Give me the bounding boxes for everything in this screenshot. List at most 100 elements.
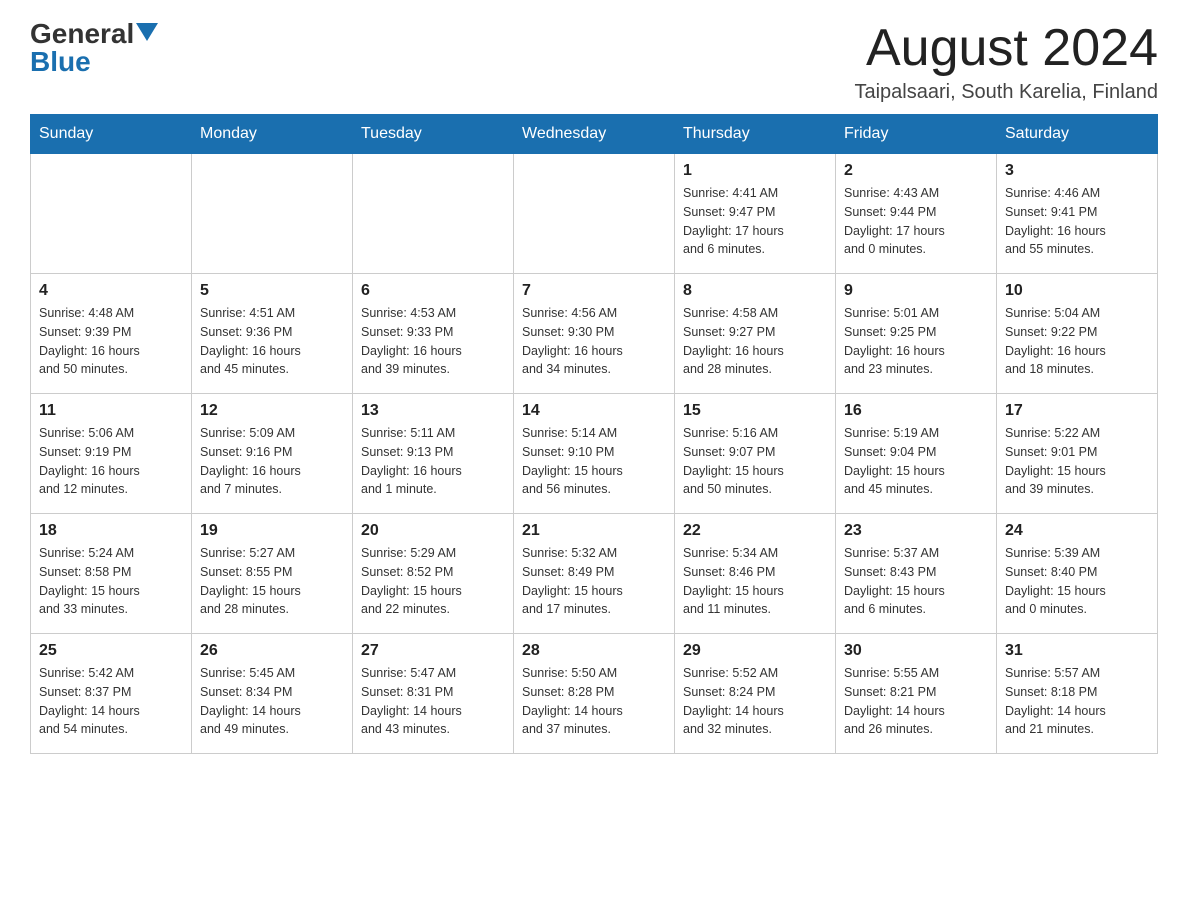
calendar-cell: 5 Sunrise: 4:51 AM Sunset: 9:36 PM Daylig… [192, 274, 353, 394]
logo-blue: Blue [30, 48, 91, 76]
week-row-5: 25 Sunrise: 5:42 AM Sunset: 8:37 PM Dayli… [31, 634, 1158, 754]
calendar-cell: 27Sunrise: 5:47 AM Sunset: 8:31 PM Dayli… [353, 634, 514, 754]
day-info: Sunrise: 4:51 AM Sunset: 9:36 PM Dayligh… [200, 304, 344, 379]
week-row-1: 1 Sunrise: 4:41 AM Sunset: 9:47 PM Daylig… [31, 154, 1158, 274]
day-number: 2 [844, 162, 988, 180]
calendar-cell: 26Sunrise: 5:45 AM Sunset: 8:34 PM Dayli… [192, 634, 353, 754]
calendar-cell: 4 Sunrise: 4:48 AM Sunset: 9:39 PM Daylig… [31, 274, 192, 394]
day-number: 14 [522, 402, 666, 420]
day-number: 27 [361, 642, 505, 660]
day-number: 13 [361, 402, 505, 420]
calendar-cell [514, 154, 675, 274]
weekday-header-monday: Monday [192, 115, 353, 154]
calendar-cell: 3 Sunrise: 4:46 AM Sunset: 9:41 PM Daylig… [997, 154, 1158, 274]
day-number: 3 [1005, 162, 1149, 180]
week-row-4: 18 Sunrise: 5:24 AM Sunset: 8:58 PM Dayli… [31, 514, 1158, 634]
day-info: Sunrise: 5:52 AM Sunset: 8:24 PM Dayligh… [683, 664, 827, 739]
day-info: Sunrise: 5:16 AM Sunset: 9:07 PM Dayligh… [683, 424, 827, 499]
day-info: Sunrise: 4:53 AM Sunset: 9:33 PM Dayligh… [361, 304, 505, 379]
logo: General Blue [30, 20, 158, 76]
calendar-cell: 15 Sunrise: 5:16 AM Sunset: 9:07 PM Dayli… [675, 394, 836, 514]
calendar-cell: 16 Sunrise: 5:19 AM Sunset: 9:04 PM Dayli… [836, 394, 997, 514]
calendar-cell: 13 Sunrise: 5:11 AM Sunset: 9:13 PM Dayli… [353, 394, 514, 514]
day-info: Sunrise: 5:19 AM Sunset: 9:04 PM Dayligh… [844, 424, 988, 499]
day-number: 30 [844, 642, 988, 660]
calendar-cell: 23 Sunrise: 5:37 AM Sunset: 8:43 PM Dayli… [836, 514, 997, 634]
calendar-cell: 25 Sunrise: 5:42 AM Sunset: 8:37 PM Dayli… [31, 634, 192, 754]
day-number: 25 [39, 642, 183, 660]
day-number: 21 [522, 522, 666, 540]
day-number: 26 [200, 642, 344, 660]
logo-general: General [30, 20, 134, 48]
day-number: 28 [522, 642, 666, 660]
weekday-header-saturday: Saturday [997, 115, 1158, 154]
day-number: 29 [683, 642, 827, 660]
weekday-header-tuesday: Tuesday [353, 115, 514, 154]
calendar-cell: 28 Sunrise: 5:50 AM Sunset: 8:28 PM Dayli… [514, 634, 675, 754]
day-info: Sunrise: 5:42 AM Sunset: 8:37 PM Dayligh… [39, 664, 183, 739]
day-info: Sunrise: 5:57 AM Sunset: 8:18 PM Dayligh… [1005, 664, 1149, 739]
day-info: Sunrise: 4:46 AM Sunset: 9:41 PM Dayligh… [1005, 184, 1149, 259]
page-header: General Blue August 2024 Taipalsaari, So… [30, 20, 1158, 104]
day-info: Sunrise: 5:09 AM Sunset: 9:16 PM Dayligh… [200, 424, 344, 499]
day-number: 6 [361, 282, 505, 300]
day-number: 18 [39, 522, 183, 540]
day-info: Sunrise: 5:22 AM Sunset: 9:01 PM Dayligh… [1005, 424, 1149, 499]
day-number: 8 [683, 282, 827, 300]
day-info: Sunrise: 5:27 AM Sunset: 8:55 PM Dayligh… [200, 544, 344, 619]
day-info: Sunrise: 5:55 AM Sunset: 8:21 PM Dayligh… [844, 664, 988, 739]
calendar-cell: 7 Sunrise: 4:56 AM Sunset: 9:30 PM Daylig… [514, 274, 675, 394]
day-info: Sunrise: 4:43 AM Sunset: 9:44 PM Dayligh… [844, 184, 988, 259]
day-number: 15 [683, 402, 827, 420]
day-info: Sunrise: 5:29 AM Sunset: 8:52 PM Dayligh… [361, 544, 505, 619]
day-info: Sunrise: 5:24 AM Sunset: 8:58 PM Dayligh… [39, 544, 183, 619]
day-number: 4 [39, 282, 183, 300]
day-number: 23 [844, 522, 988, 540]
day-info: Sunrise: 4:56 AM Sunset: 9:30 PM Dayligh… [522, 304, 666, 379]
calendar-cell: 18 Sunrise: 5:24 AM Sunset: 8:58 PM Dayli… [31, 514, 192, 634]
day-info: Sunrise: 5:32 AM Sunset: 8:49 PM Dayligh… [522, 544, 666, 619]
day-info: Sunrise: 5:04 AM Sunset: 9:22 PM Dayligh… [1005, 304, 1149, 379]
calendar-cell: 6 Sunrise: 4:53 AM Sunset: 9:33 PM Daylig… [353, 274, 514, 394]
calendar-cell: 21 Sunrise: 5:32 AM Sunset: 8:49 PM Dayli… [514, 514, 675, 634]
calendar-cell: 10Sunrise: 5:04 AM Sunset: 9:22 PM Dayli… [997, 274, 1158, 394]
logo-triangle-icon [136, 23, 158, 41]
calendar-cell: 22Sunrise: 5:34 AM Sunset: 8:46 PM Dayli… [675, 514, 836, 634]
calendar-cell [31, 154, 192, 274]
location-subtitle: Taipalsaari, South Karelia, Finland [854, 81, 1158, 104]
week-row-3: 11Sunrise: 5:06 AM Sunset: 9:19 PM Dayli… [31, 394, 1158, 514]
day-info: Sunrise: 4:41 AM Sunset: 9:47 PM Dayligh… [683, 184, 827, 259]
calendar-cell: 20Sunrise: 5:29 AM Sunset: 8:52 PM Dayli… [353, 514, 514, 634]
calendar-cell: 29 Sunrise: 5:52 AM Sunset: 8:24 PM Dayli… [675, 634, 836, 754]
day-info: Sunrise: 5:50 AM Sunset: 8:28 PM Dayligh… [522, 664, 666, 739]
calendar-cell: 8Sunrise: 4:58 AM Sunset: 9:27 PM Daylig… [675, 274, 836, 394]
day-number: 1 [683, 162, 827, 180]
day-number: 11 [39, 402, 183, 420]
calendar-cell: 12 Sunrise: 5:09 AM Sunset: 9:16 PM Dayli… [192, 394, 353, 514]
day-number: 7 [522, 282, 666, 300]
day-number: 19 [200, 522, 344, 540]
day-number: 24 [1005, 522, 1149, 540]
day-info: Sunrise: 4:48 AM Sunset: 9:39 PM Dayligh… [39, 304, 183, 379]
calendar-cell: 31Sunrise: 5:57 AM Sunset: 8:18 PM Dayli… [997, 634, 1158, 754]
day-number: 5 [200, 282, 344, 300]
month-year-title: August 2024 [854, 20, 1158, 77]
calendar-cell: 30 Sunrise: 5:55 AM Sunset: 8:21 PM Dayli… [836, 634, 997, 754]
day-info: Sunrise: 5:37 AM Sunset: 8:43 PM Dayligh… [844, 544, 988, 619]
day-number: 12 [200, 402, 344, 420]
weekday-header-friday: Friday [836, 115, 997, 154]
calendar-cell: 11Sunrise: 5:06 AM Sunset: 9:19 PM Dayli… [31, 394, 192, 514]
calendar-cell: 17Sunrise: 5:22 AM Sunset: 9:01 PM Dayli… [997, 394, 1158, 514]
day-number: 22 [683, 522, 827, 540]
calendar-cell: 2 Sunrise: 4:43 AM Sunset: 9:44 PM Daylig… [836, 154, 997, 274]
day-info: Sunrise: 5:14 AM Sunset: 9:10 PM Dayligh… [522, 424, 666, 499]
calendar-cell: 24 Sunrise: 5:39 AM Sunset: 8:40 PM Dayli… [997, 514, 1158, 634]
calendar-cell [353, 154, 514, 274]
calendar-cell: 14 Sunrise: 5:14 AM Sunset: 9:10 PM Dayli… [514, 394, 675, 514]
calendar-cell: 1 Sunrise: 4:41 AM Sunset: 9:47 PM Daylig… [675, 154, 836, 274]
calendar-cell: 9Sunrise: 5:01 AM Sunset: 9:25 PM Daylig… [836, 274, 997, 394]
day-number: 16 [844, 402, 988, 420]
day-info: Sunrise: 5:39 AM Sunset: 8:40 PM Dayligh… [1005, 544, 1149, 619]
weekday-header-thursday: Thursday [675, 115, 836, 154]
day-info: Sunrise: 5:11 AM Sunset: 9:13 PM Dayligh… [361, 424, 505, 499]
